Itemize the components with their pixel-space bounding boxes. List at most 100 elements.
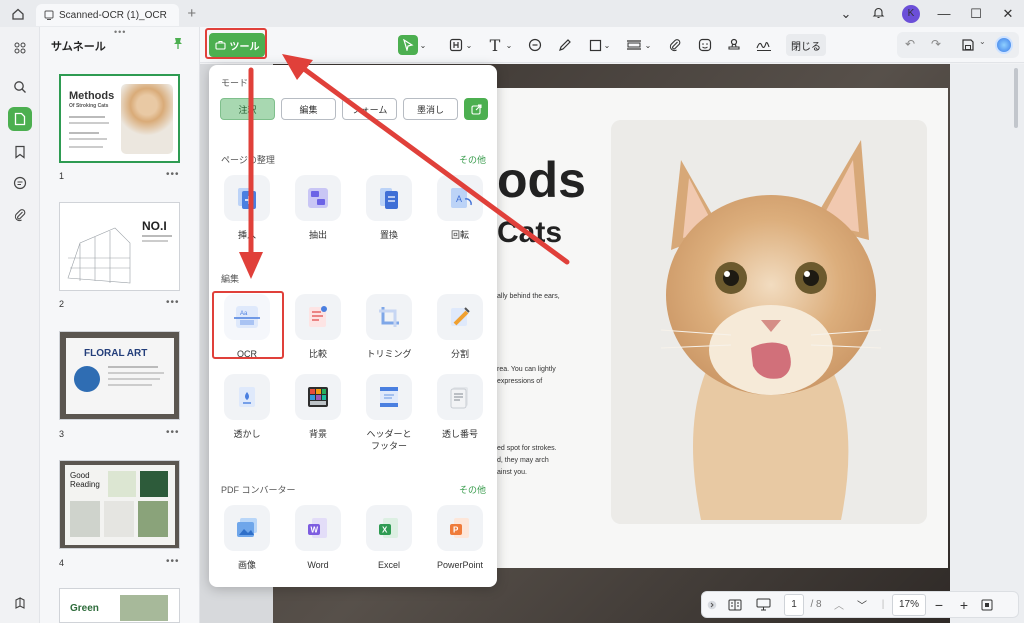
- redo-icon[interactable]: ↷: [931, 37, 941, 51]
- insert-tool[interactable]: 挿入: [216, 175, 278, 241]
- maximize-button[interactable]: ☐: [960, 6, 992, 22]
- pin-icon[interactable]: [171, 36, 185, 50]
- collapse-icon[interactable]: [702, 594, 722, 616]
- measure-icon[interactable]: [624, 35, 644, 55]
- undo-icon[interactable]: ↶: [905, 37, 915, 51]
- document-text-block-c: ed spot for strokes. d, they may arch ai…: [497, 445, 557, 476]
- comment-icon[interactable]: [525, 35, 545, 55]
- page-thumbnail-5[interactable]: Green: [59, 588, 180, 623]
- home-icon[interactable]: [0, 0, 36, 27]
- thumb-title: NO.I: [142, 219, 167, 233]
- replace-tool[interactable]: 置換: [358, 175, 420, 241]
- replace-icon: [366, 175, 412, 221]
- pen-icon[interactable]: [555, 35, 575, 55]
- bookmark-icon[interactable]: [8, 140, 32, 164]
- close-tools-button[interactable]: 閉じる: [786, 34, 826, 56]
- stamp-icon[interactable]: [724, 35, 744, 55]
- comment-search-icon[interactable]: [8, 171, 32, 195]
- convert-powerpoint-tool[interactable]: P PowerPoint: [429, 505, 491, 571]
- thumb-subtitle: Of Stroking Cats: [69, 103, 109, 109]
- new-tab-button[interactable]: +: [179, 5, 205, 22]
- signature-icon[interactable]: [754, 35, 774, 55]
- fit-page-icon[interactable]: [976, 594, 998, 616]
- zoom-out-button[interactable]: −: [926, 594, 952, 616]
- compare-tool[interactable]: 比較: [287, 294, 349, 360]
- minimize-button[interactable]: —: [928, 6, 960, 21]
- page-number: 3: [59, 429, 65, 439]
- attachment-icon[interactable]: [8, 203, 32, 227]
- plugin-icon[interactable]: [8, 591, 32, 615]
- document-tab[interactable]: Scanned-OCR (1)_OCR: [36, 4, 179, 26]
- split-tool[interactable]: 分割: [429, 294, 491, 360]
- grid-icon[interactable]: [8, 36, 32, 60]
- open-external-icon[interactable]: [464, 98, 488, 120]
- sticker-icon[interactable]: [695, 35, 715, 55]
- mode-redact-button[interactable]: 墨消し: [403, 98, 458, 120]
- crop-tool[interactable]: トリミング: [358, 294, 420, 360]
- ai-assistant-icon[interactable]: [995, 36, 1013, 54]
- chevron-down-icon[interactable]: ⌄: [464, 35, 474, 55]
- page-number: 2: [59, 299, 65, 309]
- search-icon[interactable]: [8, 75, 32, 99]
- text-icon[interactable]: T: [485, 35, 505, 55]
- zoom-level-input[interactable]: 17%: [892, 593, 926, 616]
- powerpoint-icon: P: [437, 505, 483, 551]
- notification-icon[interactable]: [862, 6, 894, 22]
- page-thumbnail-2[interactable]: NO.I: [59, 202, 180, 291]
- close-window-button[interactable]: ✕: [992, 6, 1024, 22]
- mode-form-button[interactable]: フォーム: [342, 98, 397, 120]
- page-more-link[interactable]: その他: [459, 153, 486, 166]
- chevron-down-icon[interactable]: ⌄: [830, 6, 862, 22]
- page-layout-icon[interactable]: [722, 594, 748, 616]
- page-thumbnail-3[interactable]: FLORAL ART: [59, 331, 180, 420]
- attach-icon[interactable]: [665, 35, 685, 55]
- compare-icon: [295, 294, 341, 340]
- convert-image-tool[interactable]: 画像: [216, 505, 278, 571]
- chevron-down-icon[interactable]: ⌄: [602, 35, 612, 55]
- previous-page-icon[interactable]: ︿: [828, 594, 850, 616]
- header-footer-tool[interactable]: ヘッダーと フッター: [358, 374, 420, 452]
- chevron-down-icon[interactable]: ⌄: [418, 35, 428, 55]
- rotate-tool[interactable]: A 回転: [429, 175, 491, 241]
- vertical-scrollbar[interactable]: [1013, 64, 1019, 554]
- next-page-icon[interactable]: ﹀: [850, 594, 874, 616]
- more-icon[interactable]: •••: [166, 556, 180, 567]
- document-text-block-a: ally behind the ears,: [497, 293, 560, 300]
- extract-tool[interactable]: 抽出: [287, 175, 349, 241]
- avatar[interactable]: K: [902, 4, 920, 23]
- save-icon[interactable]: [961, 38, 975, 52]
- thumb-title: FLORAL ART: [84, 348, 148, 359]
- chevron-down-icon[interactable]: ⌄: [643, 35, 653, 55]
- convert-more-link[interactable]: その他: [459, 483, 486, 496]
- presentation-icon[interactable]: [748, 594, 778, 616]
- watermark-icon: [224, 374, 270, 420]
- more-icon[interactable]: •••: [166, 427, 180, 438]
- select-cursor-icon[interactable]: [398, 35, 418, 55]
- bates-number-tool[interactable]: 透し番号: [429, 374, 491, 440]
- chevron-down-icon[interactable]: ⌄: [979, 37, 986, 46]
- thumb-title: Methods: [69, 90, 115, 102]
- convert-excel-tool[interactable]: X Excel: [358, 505, 420, 571]
- highlight-icon[interactable]: [446, 35, 466, 55]
- convert-word-tool[interactable]: W Word: [287, 505, 349, 571]
- page-thumbnail-4[interactable]: Good Reading: [59, 460, 180, 549]
- thumbnail-icon[interactable]: [8, 107, 32, 131]
- page-thumbnail-1[interactable]: Methods Of Stroking Cats: [59, 74, 180, 163]
- zoom-in-button[interactable]: +: [952, 594, 976, 616]
- background-tool[interactable]: 背景: [287, 374, 349, 440]
- cat-photo-thumb: [121, 84, 173, 154]
- more-icon[interactable]: •••: [166, 169, 180, 180]
- document-text-block-b: rea. You can lightly expressions of: [497, 366, 556, 385]
- bates-number-icon: [437, 374, 483, 420]
- rotate-icon: A: [437, 175, 483, 221]
- mode-edit-button[interactable]: 編集: [281, 98, 336, 120]
- thumb-title: Good: [70, 471, 90, 480]
- mode-annotate-button[interactable]: 注釈: [220, 98, 275, 120]
- more-icon[interactable]: •••: [166, 297, 180, 308]
- page-number-input[interactable]: 1: [784, 593, 804, 616]
- chevron-down-icon[interactable]: ⌄: [504, 35, 514, 55]
- watermark-tool[interactable]: 透かし: [216, 374, 278, 440]
- bottom-navigation-bar: 1 / 8 ︿ ﹀ | 17% − +: [701, 591, 1019, 618]
- drag-handle[interactable]: •••: [114, 27, 126, 37]
- background-icon: [295, 374, 341, 420]
